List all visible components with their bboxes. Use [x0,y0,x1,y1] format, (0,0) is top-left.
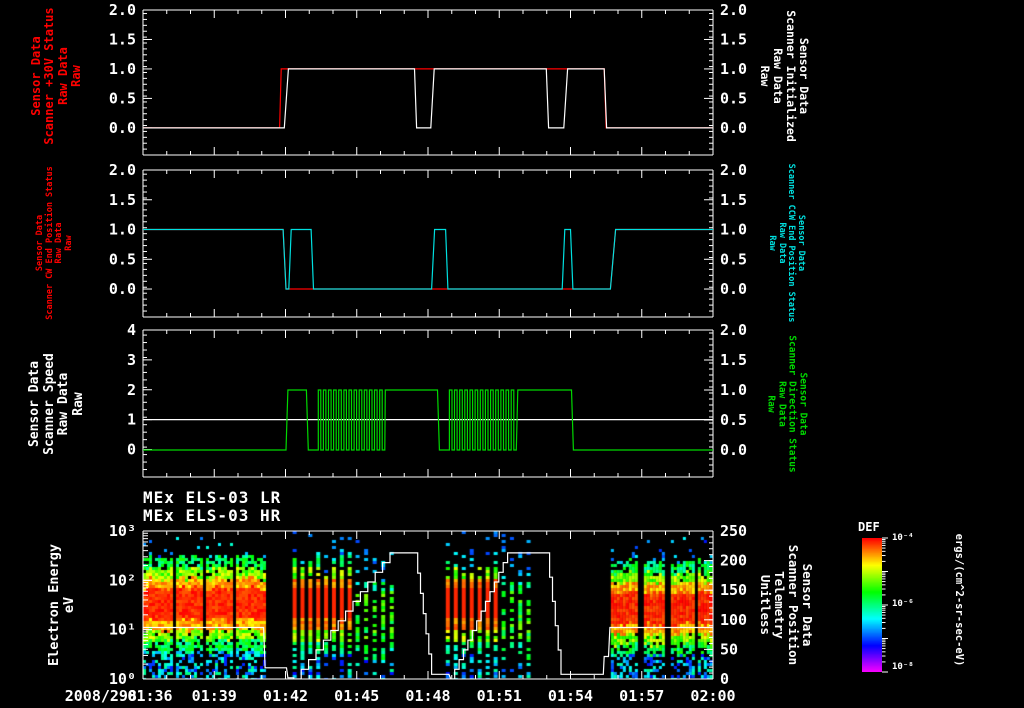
svg-text:1.0: 1.0 [720,60,747,78]
svg-text:01:45: 01:45 [334,687,379,705]
svg-text:2: 2 [127,381,136,399]
panel2-series [143,230,713,290]
panel4-left-axis-label: Electron EnergyeV [47,544,77,666]
svg-text:100: 100 [720,611,747,629]
svg-text:0: 0 [127,441,136,459]
colorbar-unit-label: ergs/(cm^2-sr-sec-eV) [952,534,964,667]
svg-text:0.5: 0.5 [720,250,747,268]
telemetry-plot-page: { "titles": { "lr": "MEx ELS-03 LR", "hr… [0,0,1024,708]
svg-text:1.5: 1.5 [720,351,747,369]
scanner-direction-status-trace [143,390,713,450]
colorbar-tick-top: 10⁻⁴ [892,533,914,543]
svg-text:1.0: 1.0 [720,221,747,239]
svg-text:10³: 10³ [109,522,136,540]
panel4-right-axis-label: Sensor DataScanner PositionTelemetryUnit… [758,545,814,665]
svg-text:0.0: 0.0 [720,119,747,137]
svg-text:1.0: 1.0 [720,381,747,399]
svg-text:02:00: 02:00 [690,687,735,705]
svg-text:0: 0 [720,670,729,688]
svg-text:2.0: 2.0 [109,161,136,179]
svg-text:3: 3 [127,351,136,369]
panel1-right-axis-label: Sensor DataScanner InitializedRaw DataRa… [758,10,810,142]
scanner-initialized-trace [143,69,713,128]
panel1-series [143,69,713,128]
svg-text:2008/298: 2008/298 [65,687,137,705]
svg-text:150: 150 [720,581,747,599]
colorbar-title: DEF [858,520,880,534]
colorbar-tick-bottom: 10⁻⁸ [892,662,914,672]
svg-text:4: 4 [127,321,136,339]
svg-text:01:42: 01:42 [263,687,308,705]
svg-text:01:36: 01:36 [127,687,172,705]
svg-text:2.0: 2.0 [109,1,136,19]
svg-text:2.0: 2.0 [720,161,747,179]
svg-text:1.5: 1.5 [109,191,136,209]
svg-text:1.5: 1.5 [720,191,747,209]
svg-text:01:48: 01:48 [405,687,450,705]
svg-text:2.0: 2.0 [720,1,747,19]
svg-text:200: 200 [720,552,747,570]
colorbar-gradient [862,538,882,672]
svg-text:1.5: 1.5 [720,30,747,48]
panel2-plot: 2.0 1.5 1.0 0.5 0.0 2.0 1.5 1.0 0.5 0.0 [109,161,747,317]
svg-text:0.0: 0.0 [720,441,747,459]
panel1-left-axis-label: Sensor DataScanner +30V StatusRaw DataRa… [30,7,84,144]
scanner-ccw-end-position-status-trace [143,230,713,290]
svg-text:0.0: 0.0 [720,280,747,298]
panel2-right-axis-label: Sensor DataScanner CCW End Position Stat… [767,164,805,323]
panel1-plot: 2.0 1.5 1.0 0.5 0.0 2.0 1.5 1.0 0.5 0.0 [109,1,747,155]
svg-text:250: 250 [720,522,747,540]
svg-text:1.5: 1.5 [109,30,136,48]
time-axis-labels: 2008/29801:36 01:39 01:42 01:45 01:48 01:51 01… [65,687,736,705]
scanner-30v-status-trace [143,69,713,128]
svg-text:10²: 10² [109,571,136,589]
electron-energy-spectrogram [143,531,713,679]
panel2-left-axis-label: Sensor DataScanner CW End Position Statu… [36,166,74,320]
svg-text:01:54: 01:54 [548,687,593,705]
panel3-series [143,390,713,450]
colorbar-tick-mid: 10⁻⁶ [892,599,914,609]
svg-text:1.0: 1.0 [109,221,136,239]
svg-text:0.5: 0.5 [109,250,136,268]
spectrogram-title-lr: MEx ELS-03 LR [143,488,281,507]
svg-text:0.5: 0.5 [109,89,136,107]
svg-text:0.5: 0.5 [720,411,747,429]
svg-text:10⁰: 10⁰ [109,670,136,688]
panel3-plot: 4 3 2 1 0 2.0 1.5 1.0 0.5 0.0 [127,321,747,477]
panel3-left-axis-label: Sensor DataScanner SpeedRaw DataRaw [28,353,86,455]
svg-text:0.0: 0.0 [109,119,136,137]
svg-text:01:39: 01:39 [192,687,237,705]
svg-text:0.5: 0.5 [720,89,747,107]
panel3-right-axis-label: Sensor DataScanner Direction StatusRaw D… [765,335,808,472]
spectrogram-title-hr: MEx ELS-03 HR [143,506,281,525]
svg-text:50: 50 [720,640,738,658]
svg-text:01:57: 01:57 [619,687,664,705]
scanner-cw-end-position-status-trace [143,230,713,290]
svg-text:1.0: 1.0 [109,60,136,78]
svg-text:10¹: 10¹ [109,621,136,639]
svg-text:2.0: 2.0 [720,321,747,339]
svg-text:01:51: 01:51 [477,687,522,705]
svg-text:0.0: 0.0 [109,280,136,298]
svg-text:1: 1 [127,411,136,429]
